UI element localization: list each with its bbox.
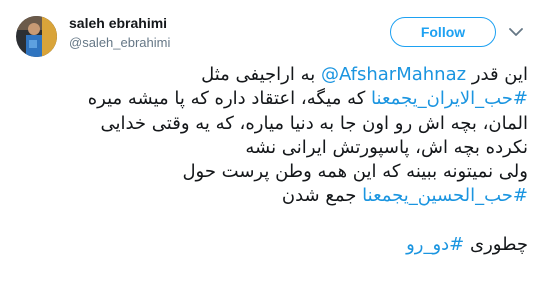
chevron-down-icon[interactable] [509,27,523,37]
tweet-line: چطوری #دو_رو [8,233,528,257]
avatar[interactable] [16,16,57,57]
hashtag-link[interactable]: #حب_الایران_یجمعنا [371,88,528,109]
mention-link[interactable]: @AfsharMahnaz [321,64,466,85]
author-handle[interactable]: @saleh_ebrahimi [69,35,170,50]
follow-button[interactable]: Follow [390,17,496,47]
tweet-line: #حب_الحسین_یجمعنا جمع شدن [8,184,528,208]
tweet-line: ولی نمیتونه ببینه که این همه وطن پرست حو… [182,161,528,183]
tweet-text-segment: جمع شدن [281,185,357,207]
tweet-line: #حب_الایران_یجمعنا که میگه، اعتقاد داره … [8,87,528,111]
tweet-line: المان، بچه اش رو اون جا به دنیا میاره، ک… [100,112,528,134]
tweet-text-segment: به اراجیفی مثل [201,64,316,85]
tweet-text-segment: چطوری [470,234,528,256]
hashtag-link[interactable]: #دو_رو [406,234,464,255]
hashtag-link[interactable]: #حب_الحسین_یجمعنا [362,185,528,206]
tweet-text-segment: که میگه، اعتقاد داره که پا میشه میره [87,88,366,110]
tweet-text-segment: این قدر [471,64,528,85]
author-name[interactable]: saleh ebrahimi [69,15,167,31]
avatar-image [16,16,57,57]
tweet-line: نکرده بچه اش، پاسپورتش ایرانی نشه [245,136,528,158]
tweet-line: این قدر @AfsharMahnaz به اراجیفی مثل [8,63,528,87]
tweet-text: این قدر @AfsharMahnaz به اراجیفی مثل #حب… [8,63,528,257]
